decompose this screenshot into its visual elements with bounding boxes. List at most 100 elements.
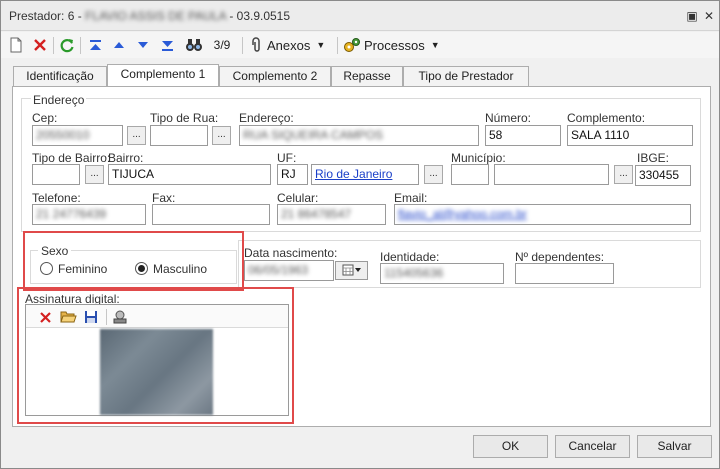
endereco-field[interactable]: RUA SIQUEIRA CAMPOS xyxy=(239,125,479,146)
municipio-lookup-button[interactable]: ... xyxy=(614,165,633,184)
ibge-field[interactable]: 330455 xyxy=(635,165,691,186)
ok-button[interactable]: OK xyxy=(473,435,548,458)
date-picker-button[interactable] xyxy=(335,261,368,280)
ibge-label: IBGE: xyxy=(637,151,670,165)
email-field[interactable]: flavio_al@yahoo.com.br xyxy=(394,204,691,225)
tab-tipo-de-prestador[interactable]: Tipo de Prestador xyxy=(403,66,529,86)
delete-icon xyxy=(34,39,46,51)
email-value[interactable]: flavio_al@yahoo.com.br xyxy=(398,207,527,221)
tipo-rua-lookup-button[interactable]: ... xyxy=(212,126,231,145)
refresh-button[interactable] xyxy=(58,35,76,55)
tab-identificacao[interactable]: Identificação xyxy=(13,66,107,86)
celular-label: Celular: xyxy=(277,191,319,205)
assinatura-highlight xyxy=(17,287,294,424)
sexo-highlight xyxy=(23,231,244,291)
fax-label: Fax: xyxy=(152,191,176,205)
cep-value: 20550010 xyxy=(36,128,90,142)
municipio-name-field[interactable] xyxy=(494,164,609,185)
save-button[interactable]: Salvar xyxy=(637,435,712,458)
title-prefix: Prestador: 6 - xyxy=(9,9,86,23)
chevron-down-icon: ▼ xyxy=(316,40,326,50)
prestador-window: Prestador: 6 - FLAVIO ASSIS DE PAULA - 0… xyxy=(0,0,720,469)
tipo-rua-label: Tipo de Rua: xyxy=(150,111,219,125)
tab-complemento-2[interactable]: Complemento 2 xyxy=(219,66,331,86)
title-bar: Prestador: 6 - FLAVIO ASSIS DE PAULA - 0… xyxy=(1,1,719,31)
down-arrow-icon xyxy=(138,42,148,48)
data-nascimento-label: Data nascimento: xyxy=(244,246,338,260)
telefone-field[interactable]: 21 24776439 xyxy=(32,204,146,225)
uf-label: UF: xyxy=(277,151,297,165)
search-button[interactable] xyxy=(184,35,204,55)
binoculars-icon xyxy=(186,39,202,51)
toolbar-separator xyxy=(80,37,81,54)
title-provider-name: FLAVIO ASSIS DE PAULA xyxy=(85,9,226,23)
toolbar-separator xyxy=(53,37,54,54)
endereco-group-label: Endereço xyxy=(31,93,87,107)
up-arrow-icon xyxy=(114,42,124,48)
delete-record-button[interactable] xyxy=(31,35,49,55)
close-window-icon[interactable]: ✕ xyxy=(702,9,716,23)
data-nascimento-value: 06/05/1963 xyxy=(248,263,309,277)
telefone-value: 21 24776439 xyxy=(36,207,107,221)
numero-field[interactable]: 58 xyxy=(485,125,561,146)
uf-name-link[interactable]: Rio de Janeiro xyxy=(315,167,392,181)
anexos-label: Anexos xyxy=(267,37,311,53)
toolbar-separator xyxy=(242,37,243,54)
tipo-bairro-lookup-button[interactable]: ... xyxy=(85,165,104,184)
processos-menu[interactable]: Processos ▼ xyxy=(343,35,443,55)
paperclip-icon xyxy=(252,37,260,52)
cancel-button[interactable]: Cancelar xyxy=(555,435,630,458)
gears-icon xyxy=(344,38,360,52)
refresh-icon xyxy=(60,39,74,53)
last-record-button[interactable] xyxy=(159,35,175,55)
first-record-button[interactable] xyxy=(87,35,103,55)
endereco-label: Endereço: xyxy=(239,111,294,125)
email-label: Email: xyxy=(394,191,428,205)
endereco-value: RUA SIQUEIRA CAMPOS xyxy=(243,128,384,142)
new-record-button[interactable] xyxy=(7,35,25,55)
telefone-label: Telefone: xyxy=(32,191,81,205)
previous-record-button[interactable] xyxy=(111,35,127,55)
complemento-label: Complemento: xyxy=(567,111,646,125)
tab-repasse[interactable]: Repasse xyxy=(331,66,403,86)
calendar-icon xyxy=(342,264,361,276)
restore-icon[interactable]: ▣ xyxy=(685,9,699,23)
identidade-label: Identidade: xyxy=(380,250,440,264)
cep-label: Cep: xyxy=(32,111,58,125)
first-icon xyxy=(89,39,101,50)
tipo-rua-field[interactable] xyxy=(150,125,208,146)
data-nascimento-field[interactable]: 06/05/1963 xyxy=(244,260,334,281)
toolbar-separator xyxy=(337,37,338,54)
anexos-menu[interactable]: Anexos ▼ xyxy=(249,35,335,55)
last-icon xyxy=(161,40,173,51)
fax-field[interactable] xyxy=(152,204,270,225)
processos-label: Processos xyxy=(364,37,425,53)
celular-value: 21 86478547 xyxy=(281,207,352,221)
toolbar: 3/9 Anexos ▼ Processos ▼ xyxy=(1,32,719,58)
record-position: 3/9 xyxy=(213,38,231,52)
bairro-field[interactable]: TIJUCA xyxy=(108,164,271,185)
uf-field[interactable]: RJ xyxy=(277,164,308,185)
identidade-field[interactable]: 115405636 xyxy=(380,263,504,284)
complemento-field[interactable]: SALA 1110 xyxy=(567,125,693,146)
next-record-button[interactable] xyxy=(135,35,151,55)
cep-field[interactable]: 20550010 xyxy=(32,125,123,146)
dependentes-label: Nº dependentes: xyxy=(515,250,605,264)
municipio-label: Município: xyxy=(451,151,506,165)
bairro-label: Bairro: xyxy=(108,151,144,165)
tipo-bairro-field[interactable] xyxy=(32,164,80,185)
tab-complemento-1[interactable]: Complemento 1 xyxy=(107,64,219,87)
municipio-code-field[interactable] xyxy=(451,164,489,185)
window-title: Prestador: 6 - FLAVIO ASSIS DE PAULA - 0… xyxy=(9,9,290,23)
cep-lookup-button[interactable]: ... xyxy=(127,126,146,145)
uf-name-field[interactable]: Rio de Janeiro xyxy=(311,164,419,185)
title-suffix: - 03.9.0515 xyxy=(225,9,291,23)
chevron-down-icon: ▼ xyxy=(430,40,440,50)
uf-lookup-button[interactable]: ... xyxy=(424,165,443,184)
numero-label: Número: xyxy=(485,111,532,125)
new-document-icon xyxy=(10,37,22,53)
identidade-value: 115405636 xyxy=(384,266,444,280)
tipo-bairro-label: Tipo de Bairro: xyxy=(32,151,111,165)
dependentes-field[interactable] xyxy=(515,263,614,284)
celular-field[interactable]: 21 86478547 xyxy=(277,204,386,225)
